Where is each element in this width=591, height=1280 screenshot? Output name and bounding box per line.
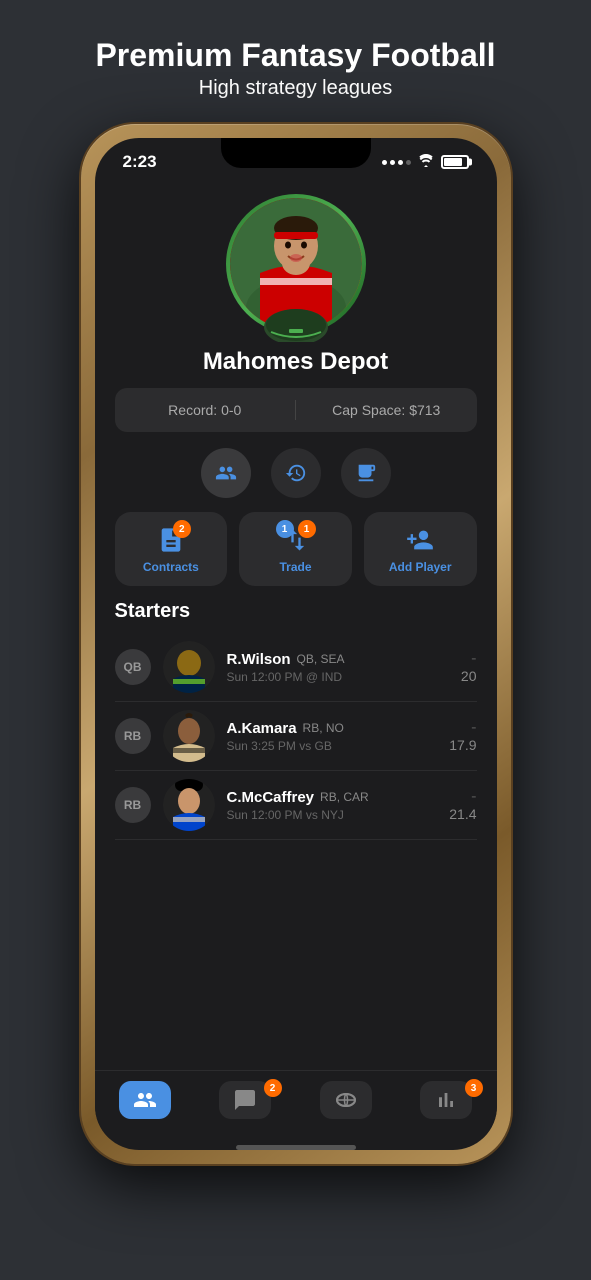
status-time: 2:23 [123,152,157,172]
contracts-icon: 2 [155,524,187,556]
player-name: A.Kamara [227,720,297,737]
wifi-icon [417,154,435,171]
player-pos-team: QB, SEA [297,652,345,666]
score-dash: - [471,650,476,667]
icon-actions-row [201,448,391,498]
player-pos-team: RB, CAR [320,790,369,804]
signal-icon [382,160,411,165]
page-title: Premium Fantasy Football [95,38,495,73]
trade-label: Trade [280,560,312,574]
player-row[interactable]: RB C.McCaffrey RB, CAR [115,771,477,840]
score-dash: - [471,719,476,736]
player-name: C.McCaffrey [227,789,315,806]
helmet-decoration [261,307,331,342]
phone-screen: 2:23 [95,138,497,1150]
big-actions-row: 2 Contracts 1 1 [115,512,477,586]
player-avatar-kamara [163,710,215,762]
roster-tab-icon [119,1081,171,1119]
player-name-row: A.Kamara RB, NO [227,720,438,737]
add-player-icon [404,524,436,556]
player-score-kamara: - 17.9 [449,719,476,753]
player-name-row: R.Wilson QB, SEA [227,651,449,668]
player-avatar-mccaffrey [163,779,215,831]
contracts-label: Contracts [143,560,199,574]
player-game: Sun 3:25 PM vs GB [227,739,438,753]
score-value: 20 [461,668,477,684]
trade-button[interactable]: 1 1 Trade [239,512,352,586]
cap-space-stat: Cap Space: $713 [328,402,445,418]
score-value: 21.4 [449,806,476,822]
starters-title: Starters [115,600,477,623]
page-subtitle: High strategy leagues [95,77,495,100]
score-dash: - [471,788,476,805]
player-avatar-wilson [163,641,215,693]
player-info-wilson: R.Wilson QB, SEA Sun 12:00 PM @ IND [227,651,449,684]
player-name-row: C.McCaffrey RB, CAR [227,789,438,806]
contracts-badge: 2 [173,520,191,538]
trade-badge-right: 1 [298,520,316,538]
player-game: Sun 12:00 PM @ IND [227,670,449,684]
trade-badge-left: 1 [276,520,294,538]
status-icons [382,154,469,171]
tab-stats[interactable]: 3 [396,1081,497,1119]
position-badge-rb1: RB [115,718,151,754]
player-row[interactable]: RB A.Kamara RB, NO [115,702,477,771]
team-name: Mahomes Depot [203,348,388,376]
chat-badge: 2 [264,1079,282,1097]
player-name: R.Wilson [227,651,291,668]
roster-icon-btn[interactable] [201,448,251,498]
add-player-button[interactable]: Add Player [364,512,477,586]
history-icon-btn[interactable] [271,448,321,498]
screen-content: Mahomes Depot Record: 0-0 Cap Space: $71… [95,178,497,1070]
battery-icon [441,155,469,169]
home-indicator [236,1145,356,1150]
tab-bar: 2 [95,1070,497,1139]
player-game: Sun 12:00 PM vs NYJ [227,808,438,822]
tab-scores[interactable] [296,1081,397,1119]
header-section: Premium Fantasy Football High strategy l… [75,0,515,124]
stat-divider [295,400,296,420]
add-player-label: Add Player [389,560,452,574]
player-score-mccaffrey: - 21.4 [449,788,476,822]
team-avatar [226,194,366,334]
stats-bar: Record: 0-0 Cap Space: $713 [115,388,477,432]
stats-badge: 3 [465,1079,483,1097]
phone-frame: 2:23 [81,124,511,1164]
position-badge-qb: QB [115,649,151,685]
score-value: 17.9 [449,737,476,753]
position-badge-rb2: RB [115,787,151,823]
starters-section: Starters QB R.Wilson [115,600,477,840]
phone-notch [221,138,371,168]
tab-chat[interactable]: 2 [195,1081,296,1119]
player-pos-team: RB, NO [303,721,344,735]
record-stat: Record: 0-0 [147,402,264,418]
tab-roster[interactable] [95,1081,196,1119]
trade-icon: 1 1 [280,524,312,556]
player-info-kamara: A.Kamara RB, NO Sun 3:25 PM vs GB [227,720,438,753]
news-icon-btn[interactable] [341,448,391,498]
player-row[interactable]: QB R.Wilson QB, SEA [115,633,477,702]
player-score-wilson: - 20 [461,650,477,684]
player-info-mccaffrey: C.McCaffrey RB, CAR Sun 12:00 PM vs NYJ [227,789,438,822]
contracts-button[interactable]: 2 Contracts [115,512,228,586]
scores-tab-icon [320,1081,372,1119]
